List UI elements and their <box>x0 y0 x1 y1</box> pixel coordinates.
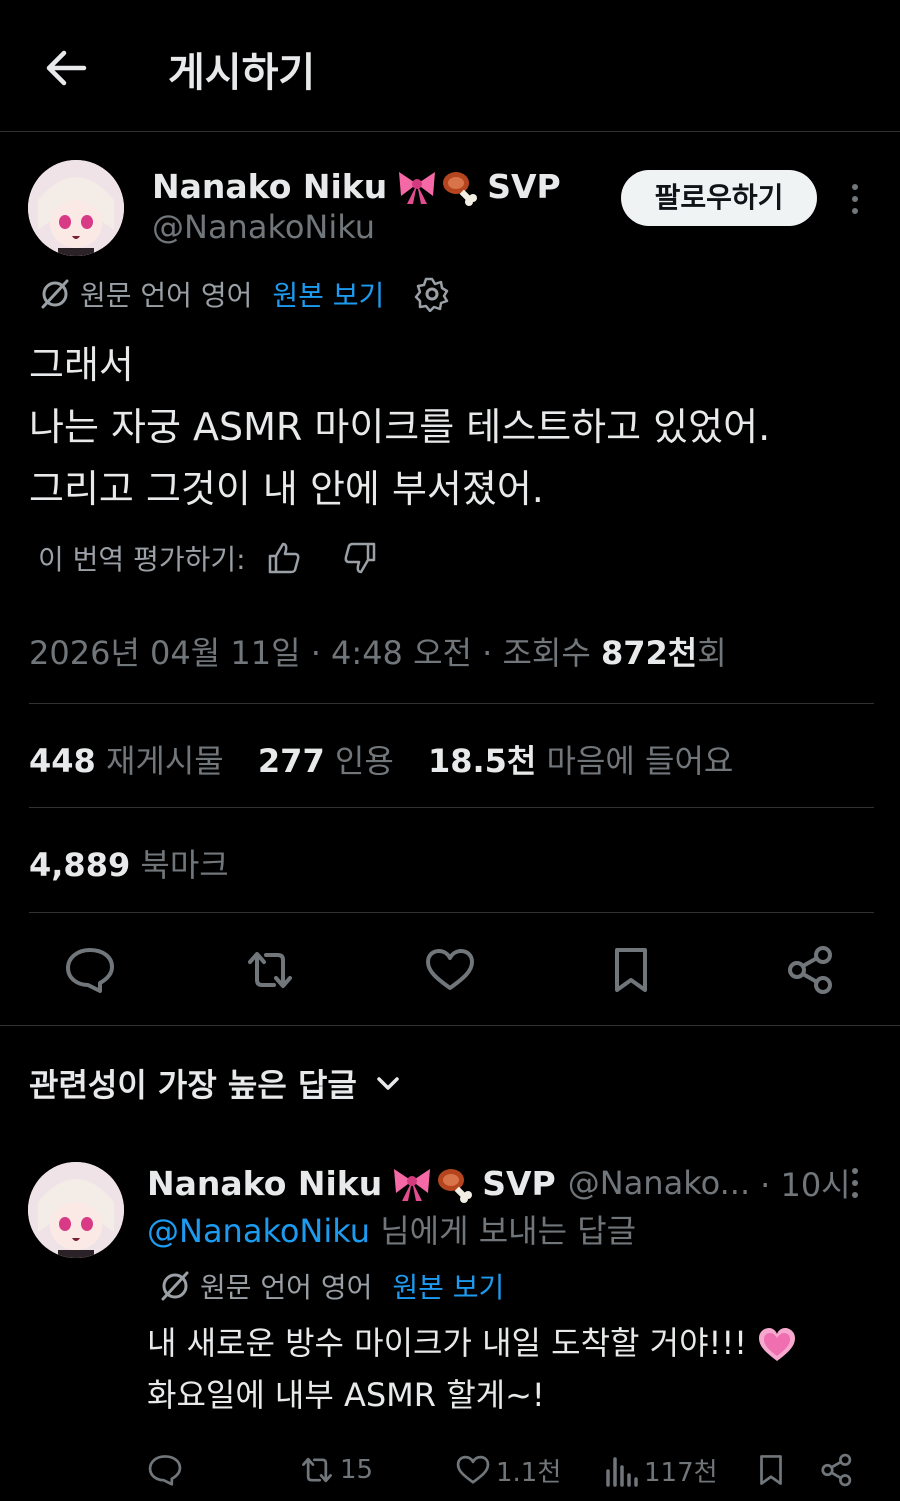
reply-views-button[interactable]: 117천 <box>602 1450 718 1490</box>
timestamp-text: 2026년 04월 11일 · 4:48 오전 · 조회수 <box>29 634 601 672</box>
quotes-count: 277 <box>257 742 325 780</box>
reply-line-text: 내 새로운 방수 마이크가 내일 도착할 거야!!! <box>147 1324 747 1362</box>
reply-bookmark-button[interactable] <box>752 1450 794 1490</box>
reply-reply-button[interactable] <box>146 1450 188 1490</box>
quotes-stat[interactable]: 277 인용 <box>258 742 394 780</box>
views-suffix: 회 <box>697 634 727 672</box>
reply-icon <box>148 1455 182 1486</box>
share-icon <box>821 1453 852 1487</box>
bookmarks-stat[interactable]: 4,889 북마크 <box>29 840 229 886</box>
translate-icon <box>161 1271 189 1301</box>
reply-translation-notice: 원문 언어 영어 원본 보기 <box>158 1266 504 1306</box>
bookmarks-count: 4,889 <box>29 846 131 884</box>
post-line: 그리고 그것이 내 안에 부서졌어. <box>29 467 544 511</box>
reply-like-count: 1.1천 <box>496 1457 562 1488</box>
reply-share-button[interactable] <box>818 1450 860 1490</box>
divider <box>29 912 874 913</box>
reposts-label: 재게시물 <box>105 742 224 780</box>
share-icon[interactable] <box>783 942 839 998</box>
likes-stat[interactable]: 18.5천 마음에 들어요 <box>428 742 733 780</box>
chevron-down-icon <box>377 1077 399 1090</box>
reply-header[interactable]: Nanako Niku SVP @Nanako... · 10시 <box>147 1160 851 1206</box>
author-badge: SVP <box>487 166 561 206</box>
reply-like-button[interactable]: 1.1천 <box>454 1450 561 1490</box>
post-stats: 448 재게시물 277 인용 18.5천 마음에 들어요 <box>29 736 733 782</box>
reply-avatar-image <box>28 1162 124 1258</box>
bookmarks-label: 북마크 <box>140 846 229 884</box>
reply-repost-count: 15 <box>340 1455 374 1485</box>
reply-to-mention[interactable]: @NanakoNiku <box>147 1212 370 1250</box>
reply-line: 화요일에 내부 ASMR 할게~! <box>147 1376 545 1414</box>
reply-to-suffix: 님에게 보내는 답글 <box>370 1212 637 1250</box>
repost-icon[interactable] <box>242 942 298 998</box>
bookmark-icon <box>760 1455 782 1485</box>
author-handle[interactable]: @NanakoNiku <box>152 208 375 246</box>
thumbs-down-icon[interactable] <box>342 540 378 576</box>
reply-to-line: @NanakoNiku 님에게 보내는 답글 <box>147 1206 636 1252</box>
reply-avatar[interactable] <box>28 1162 124 1258</box>
reply-author-badge: SVP <box>482 1163 556 1203</box>
ribbon-emoji-icon <box>399 172 436 204</box>
repost-icon <box>302 1457 332 1483</box>
post-body: 그래서 나는 자궁 ASMR 마이크를 테스트하고 있었어. 그리고 그것이 내… <box>29 334 770 520</box>
meat-emoji-icon <box>443 172 478 206</box>
reply-translate-notice-text: 원문 언어 영어 <box>200 1271 373 1304</box>
reposts-count: 448 <box>29 742 96 780</box>
pink-heart-emoji-icon <box>759 1328 796 1361</box>
section-divider <box>0 1025 900 1026</box>
gear-icon[interactable] <box>414 276 450 312</box>
heart-icon <box>456 1455 490 1484</box>
reply-view-original-link[interactable]: 원본 보기 <box>392 1266 504 1306</box>
translate-notice-text: 원문 언어 영어 <box>80 279 253 312</box>
bookmark-icon[interactable] <box>603 942 659 998</box>
avatar-image <box>28 160 124 256</box>
reposts-stat[interactable]: 448 재게시물 <box>29 742 224 780</box>
post-line: 그래서 <box>29 343 134 387</box>
view-original-link[interactable]: 원본 보기 <box>272 274 384 314</box>
rate-translation-label: 이 번역 평가하기: <box>38 543 246 576</box>
views-count: 872천 <box>600 634 698 672</box>
post-timestamp: 2026년 04월 11일 · 4:48 오전 · 조회수 872천회 <box>29 628 727 674</box>
reply-more-options-icon[interactable] <box>848 1168 862 1204</box>
translation-notice: 원문 언어 영어 원본 보기 <box>38 274 450 314</box>
reply-body: 내 새로운 방수 마이크가 내일 도착할 거야!!! 화요일에 내부 ASMR … <box>147 1317 797 1421</box>
ribbon-emoji-icon <box>394 1169 431 1201</box>
meat-emoji-icon <box>438 1169 473 1203</box>
quotes-label: 인용 <box>334 742 394 780</box>
analytics-icon <box>606 1457 638 1487</box>
likes-label: 마음에 들어요 <box>546 742 734 780</box>
divider <box>29 807 874 808</box>
replies-sort-label: 관련성이 가장 높은 답글 <box>29 1066 357 1104</box>
reply-author-name[interactable]: Nanako Niku <box>147 1164 382 1203</box>
reply-line: 내 새로운 방수 마이크가 내일 도착할 거야!!! <box>147 1317 797 1369</box>
top-bar: 게시하기 <box>0 0 900 132</box>
replies-sort-dropdown[interactable]: 관련성이 가장 높은 답글 <box>29 1060 403 1106</box>
reply-repost-button[interactable]: 15 <box>298 1450 373 1490</box>
reply-handle[interactable]: @Nanako... <box>568 1164 750 1202</box>
author-name[interactable]: Nanako Niku <box>152 167 387 206</box>
likes-count: 18.5천 <box>427 742 537 780</box>
post-line: 나는 자궁 ASMR 마이크를 테스트하고 있었어. <box>29 405 771 449</box>
reply-icon[interactable] <box>62 942 118 998</box>
follow-button[interactable]: 팔로우하기 <box>621 170 817 226</box>
rate-translation: 이 번역 평가하기: <box>38 538 378 578</box>
page-title: 게시하기 <box>168 50 316 96</box>
more-options-icon[interactable] <box>848 184 862 220</box>
back-arrow-icon[interactable] <box>40 42 92 94</box>
author-name-row[interactable]: Nanako Niku SVP <box>152 166 561 206</box>
heart-icon[interactable] <box>422 942 478 998</box>
translate-icon <box>41 279 69 309</box>
avatar[interactable] <box>28 160 124 256</box>
thumbs-up-icon[interactable] <box>266 540 302 576</box>
reply-views-count: 117천 <box>644 1457 718 1488</box>
reply-time: · 10시 <box>760 1166 851 1204</box>
divider <box>29 703 874 704</box>
